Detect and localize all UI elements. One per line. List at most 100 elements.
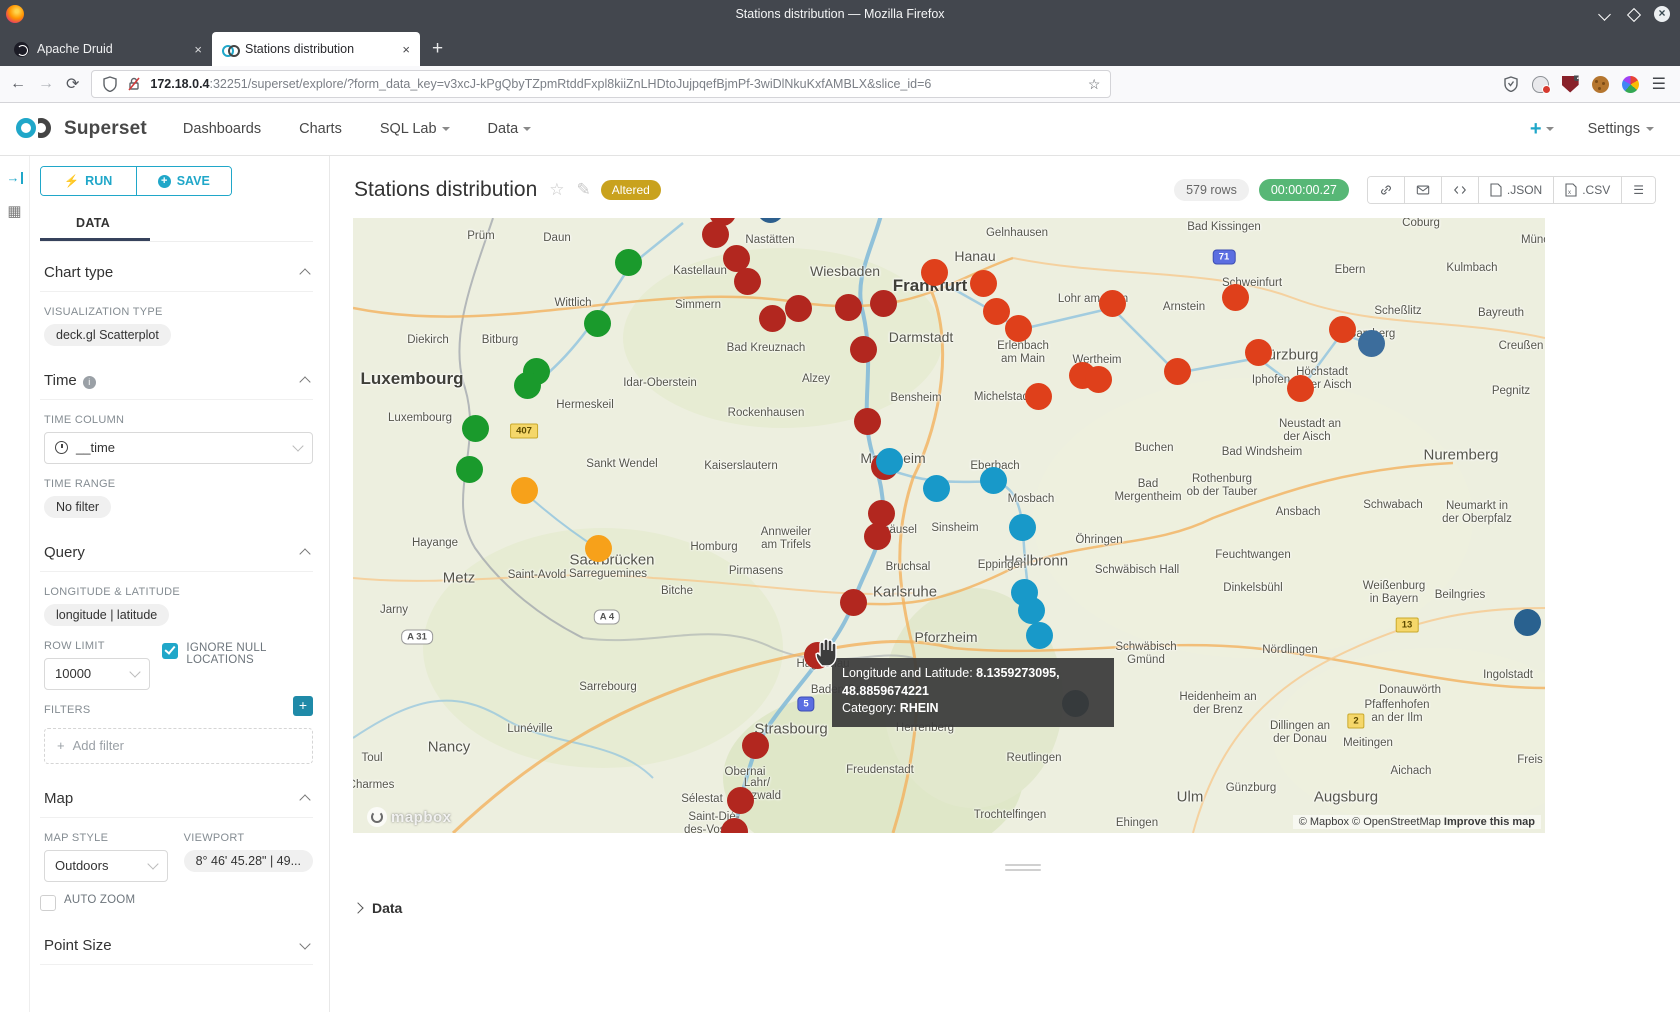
station-dot[interactable] <box>868 500 895 527</box>
section-query-header[interactable]: Query <box>40 538 313 572</box>
add-filter-plus-button[interactable]: + <box>293 696 313 716</box>
back-button[interactable]: ← <box>10 75 26 93</box>
time-column-select[interactable]: __time <box>44 432 313 464</box>
add-filter-box[interactable]: + Add filter <box>44 728 313 764</box>
reload-button[interactable]: ⟳ <box>66 74 79 94</box>
section-point-size-header[interactable]: Point Size <box>40 931 313 965</box>
station-dot[interactable] <box>514 372 541 399</box>
station-dot[interactable] <box>511 477 538 504</box>
ublock-extension-icon[interactable]: 2 <box>1562 76 1579 93</box>
station-dot[interactable] <box>727 787 754 814</box>
station-dot[interactable] <box>734 268 761 295</box>
section-time-header[interactable]: Timei <box>40 366 313 400</box>
section-map-header[interactable]: Map <box>40 784 313 818</box>
station-dot[interactable] <box>1085 366 1112 393</box>
station-dot[interactable] <box>983 298 1010 325</box>
export-json-button[interactable]: .JSON <box>1479 177 1554 203</box>
copy-link-button[interactable] <box>1368 177 1405 203</box>
station-dot[interactable] <box>970 270 997 297</box>
station-dot[interactable] <box>1222 284 1249 311</box>
station-dot[interactable] <box>702 221 729 248</box>
run-button[interactable]: ⚡RUN <box>41 167 137 195</box>
station-dot[interactable] <box>850 336 877 363</box>
tab-apache-druid[interactable]: Apache Druid × <box>4 32 212 66</box>
new-chart-button[interactable]: + <box>1530 118 1554 141</box>
nav-item-dashboards[interactable]: Dashboards <box>183 121 261 137</box>
multi-account-extension-icon[interactable] <box>1532 76 1549 93</box>
export-csv-button[interactable]: x .CSV <box>1554 177 1622 203</box>
station-dot[interactable] <box>835 294 862 321</box>
new-tab-button[interactable]: + <box>420 38 455 66</box>
station-dot[interactable] <box>462 415 489 442</box>
station-dot[interactable] <box>980 467 1007 494</box>
viewport-value[interactable]: 8° 46' 45.28" | 49... <box>184 850 313 872</box>
edit-properties-icon[interactable]: ✎ <box>577 180 591 200</box>
map-style-select[interactable]: Outdoors <box>44 850 168 882</box>
station-dot[interactable] <box>1358 330 1385 357</box>
section-chart-type-header[interactable]: Chart type <box>40 258 313 292</box>
window-maximize-button[interactable] <box>1626 7 1640 21</box>
lonlat-value[interactable]: longitude | latitude <box>44 604 169 626</box>
checkbox-checked-icon[interactable] <box>162 643 178 659</box>
map-attribution[interactable]: © Mapbox © OpenStreetMap Improve this ma… <box>1293 815 1541 829</box>
station-dot[interactable] <box>876 448 903 475</box>
tab-close-icon[interactable]: × <box>194 42 202 57</box>
station-dot[interactable] <box>1164 358 1191 385</box>
pocket-extension-icon[interactable] <box>1503 76 1519 92</box>
settings-menu[interactable]: Settings <box>1588 121 1654 137</box>
nav-item-charts[interactable]: Charts <box>299 121 342 137</box>
tab-stations-distribution[interactable]: Stations distribution × <box>212 32 420 66</box>
viz-type-value[interactable]: deck.gl Scatterplot <box>44 324 171 346</box>
station-dot[interactable] <box>759 305 786 332</box>
window-minimize-button[interactable] <box>1598 7 1612 21</box>
nav-item-sql-lab[interactable]: SQL Lab <box>380 121 450 137</box>
save-button[interactable]: +SAVE <box>137 167 232 195</box>
forward-button[interactable]: → <box>38 75 54 93</box>
data-section-toggle[interactable]: Data <box>354 900 1656 916</box>
tab-data[interactable]: DATA <box>76 210 110 238</box>
station-dot[interactable] <box>840 589 867 616</box>
improve-map-link[interactable]: Improve this map <box>1444 816 1535 828</box>
favorite-star-icon[interactable]: ☆ <box>549 180 564 200</box>
station-dot[interactable] <box>854 408 881 435</box>
checkbox-unchecked-icon[interactable] <box>40 895 56 911</box>
station-dot[interactable] <box>1514 609 1541 636</box>
station-dot[interactable] <box>1005 315 1032 342</box>
station-dot[interactable] <box>1329 316 1356 343</box>
station-dot[interactable] <box>1026 622 1053 649</box>
url-field[interactable]: 172.18.0.4:32251/superset/explore/?form_… <box>91 70 1111 98</box>
station-dot[interactable] <box>785 295 812 322</box>
cookie-extension-icon[interactable] <box>1592 76 1609 93</box>
firefox-menu-icon[interactable]: ☰ <box>1652 74 1666 94</box>
ignore-null-checkbox[interactable]: IGNORE NULL LOCATIONS <box>162 642 313 690</box>
pinwheel-extension-icon[interactable] <box>1622 76 1639 93</box>
station-dot[interactable] <box>1025 383 1052 410</box>
station-dot[interactable] <box>585 535 612 562</box>
bookmark-star-icon[interactable]: ☆ <box>1088 76 1101 93</box>
station-dot[interactable] <box>870 290 897 317</box>
station-dot[interactable] <box>1099 290 1126 317</box>
station-dot[interactable] <box>615 249 642 276</box>
mapbox-logo[interactable]: mapbox <box>367 807 452 827</box>
email-button[interactable] <box>1405 177 1442 203</box>
station-dot[interactable] <box>1245 339 1272 366</box>
insecure-lock-icon[interactable] <box>126 76 142 92</box>
superset-logo[interactable]: Superset <box>16 116 147 142</box>
row-limit-select[interactable]: 10000 <box>44 658 150 690</box>
station-dot[interactable] <box>1009 514 1036 541</box>
station-dot[interactable] <box>456 456 483 483</box>
window-close-button[interactable]: × <box>1654 6 1670 22</box>
auto-zoom-checkbox[interactable]: AUTO ZOOM <box>40 894 168 911</box>
station-dot[interactable] <box>1287 375 1314 402</box>
nav-item-data[interactable]: Data <box>488 121 532 137</box>
station-dot[interactable] <box>923 475 950 502</box>
station-dot[interactable] <box>921 259 948 286</box>
collapse-panel-icon[interactable]: → <box>7 172 23 184</box>
dataset-grid-icon[interactable]: ▦ <box>7 202 21 220</box>
time-range-value[interactable]: No filter <box>44 496 111 518</box>
tab-close-icon[interactable]: × <box>402 42 410 57</box>
station-dot[interactable] <box>864 523 891 550</box>
station-dot[interactable] <box>584 310 611 337</box>
station-dot[interactable] <box>1018 597 1045 624</box>
deckgl-map[interactable]: Longitude and Latitude: 8.1359273095, 48… <box>353 218 1545 833</box>
